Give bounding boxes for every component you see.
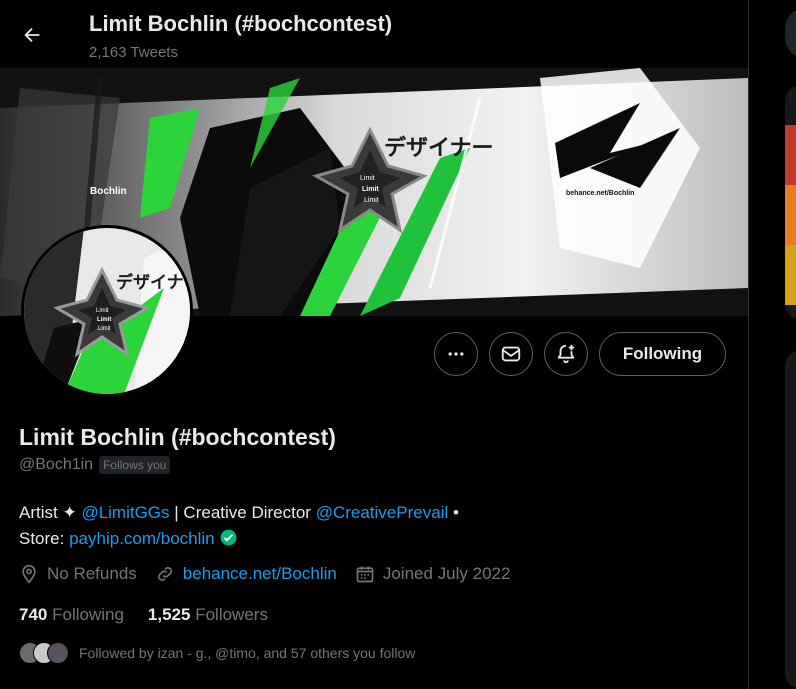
following-stat-link[interactable]: 740 Following	[19, 605, 124, 625]
follow-stats: 740 Following 1,525 Followers	[19, 605, 292, 625]
sidebar-card	[785, 350, 796, 689]
location-item: No Refunds	[19, 564, 137, 584]
header-title: Limit Bochlin (#bochcontest)	[89, 11, 393, 36]
arrow-left-icon	[24, 27, 40, 43]
sidebar-thumb	[785, 125, 796, 185]
back-button[interactable]	[12, 15, 52, 55]
following-stat-label: Following	[52, 605, 124, 624]
location-text: No Refunds	[47, 564, 137, 583]
following-count: 740	[19, 605, 48, 624]
banner-katakana: デザイナー	[384, 135, 494, 161]
profile-avatar[interactable]: デザイナ Limit Limit Limit	[21, 225, 193, 397]
profile-bio: Artist ✦ @LimitGGs | Creative Director @…	[19, 500, 719, 552]
verified-check-icon	[220, 529, 237, 546]
follower-avatar	[47, 642, 69, 664]
profile-handle: @Boch1in	[19, 456, 94, 473]
right-sidebar	[749, 0, 796, 689]
envelope-icon	[501, 346, 521, 362]
more-dots-icon	[448, 352, 464, 356]
bio-store-link[interactable]: payhip.com/bochlin	[69, 529, 215, 548]
bio-mention-limitggs[interactable]: @LimitGGs	[81, 503, 169, 522]
avatar-logo-line: Limit	[97, 317, 111, 323]
bio-artist: Artist ✦	[19, 503, 77, 522]
avatar-katakana: デザイナ	[116, 272, 184, 293]
following-button[interactable]: Following	[599, 332, 726, 376]
location-pin-icon	[22, 564, 36, 584]
banner-bochlin-text: Bochlin	[90, 186, 127, 197]
sidebar-media-card[interactable]	[785, 85, 796, 320]
bio-store-label: Store:	[19, 529, 65, 548]
followed-by-row[interactable]: Followed by izan - g., @timo, and 57 oth…	[19, 642, 415, 664]
bio-mention-creativeprevail[interactable]: @CreativePrevail	[316, 503, 449, 522]
profile-meta: No Refunds behance.net/Bochlin Joined Ju…	[19, 564, 528, 584]
joined-text: Joined July 2022	[382, 564, 511, 583]
profile-name: Limit Bochlin (#bochcontest)	[19, 424, 336, 450]
sidebar-search-box[interactable]	[785, 8, 796, 58]
bio-middle: | Creative Director	[174, 503, 311, 522]
followers-stat-label: Followers	[195, 605, 268, 624]
follows-you-badge: Follows you	[99, 456, 171, 474]
link-icon	[157, 567, 172, 581]
calendar-icon	[356, 566, 374, 583]
profile-column: Limit Bochlin (#bochcontest) 2,163 Tweet…	[0, 0, 749, 689]
sidebar-thumb	[785, 245, 796, 305]
followers-stat-link[interactable]: 1,525 Followers	[148, 605, 268, 625]
website-link[interactable]: behance.net/Bochlin	[183, 564, 337, 584]
followers-count: 1,525	[147, 605, 191, 624]
avatar-logo-line: Limit	[98, 326, 111, 332]
message-button[interactable]	[489, 332, 533, 376]
sidebar-thumb	[785, 185, 796, 245]
profile-header: Limit Bochlin (#bochcontest) 2,163 Tweet…	[0, 0, 748, 68]
avatar-logo-line: Limit	[96, 308, 109, 314]
banner-url-text: behance.net/Bochlin	[566, 190, 634, 197]
notifications-button[interactable]	[544, 332, 588, 376]
handle-row: @Boch1in Follows you	[19, 456, 171, 474]
bell-plus-icon	[557, 344, 575, 364]
banner-logo-line: Limit	[362, 186, 379, 193]
more-button[interactable]	[434, 332, 478, 376]
bio-dot: •	[452, 503, 459, 522]
banner-logo-line: Limit	[364, 197, 379, 204]
website-item: behance.net/Bochlin	[155, 564, 337, 584]
avatar-image: デザイナ Limit Limit Limit	[24, 228, 190, 394]
tweets-count: 2,163 Tweets	[89, 44, 178, 61]
joined-item: Joined July 2022	[355, 564, 511, 584]
followed-by-text: Followed by izan - g., @timo, and 57 oth…	[79, 645, 416, 661]
banner-logo-line: Limit	[360, 175, 375, 182]
